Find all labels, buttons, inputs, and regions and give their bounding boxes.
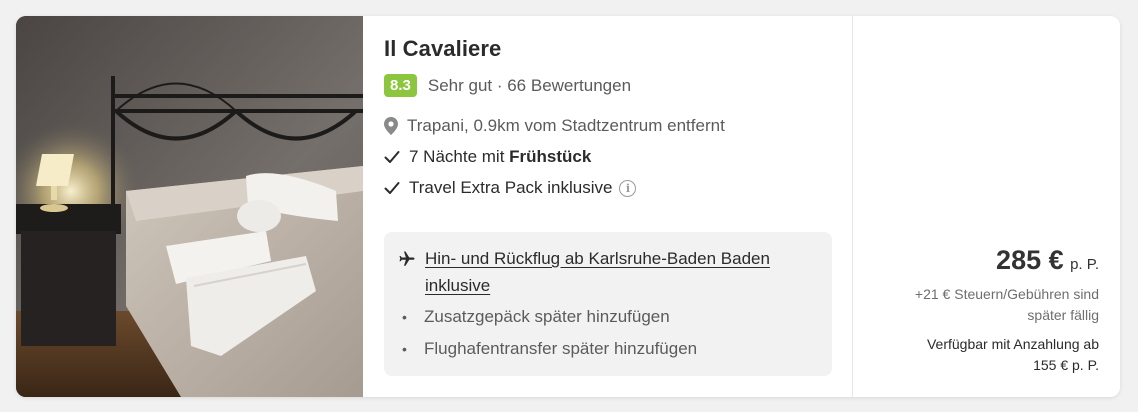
plane-icon — [399, 251, 415, 266]
price-line: 285 € p. P. — [915, 245, 1099, 276]
check-icon — [384, 182, 400, 194]
location-text: Trapani, 0.9km vom Stadtzentrum entfernt — [407, 116, 725, 135]
pack-text: Travel Extra Pack inklusive — [409, 178, 613, 197]
list-item: • Zusatzgepäck später hinzufügen — [398, 303, 818, 331]
map-pin-icon — [384, 117, 398, 135]
price-block: 285 € p. P. +21 € Steuern/Gebühren sind s… — [915, 245, 1099, 376]
board-type: Frühstück — [509, 147, 592, 166]
price-panel[interactable]: 285 € p. P. +21 € Steuern/Gebühren sind s… — [852, 16, 1120, 397]
price-amount: 285 € — [996, 245, 1064, 275]
flight-row: Hin- und Rückflug ab Karlsruhe-Baden Bad… — [398, 245, 818, 299]
nights-text: 7 Nächte mit Frühstück — [409, 147, 592, 166]
extra-baggage-text: Zusatzgepäck später hinzufügen — [424, 307, 670, 326]
feature-nights: 7 Nächte mit Frühstück — [384, 147, 834, 167]
deposit-note: Verfügbar mit Anzahlung ab 155 € p. P. — [926, 336, 1099, 373]
score-badge: 8.3 — [384, 74, 417, 97]
info-icon[interactable]: i — [619, 179, 637, 197]
hotel-room-image — [16, 16, 363, 397]
price-per-person: p. P. — [1070, 256, 1099, 273]
hotel-name[interactable]: Il Cavaliere — [384, 36, 834, 62]
tax-note: +21 € Steuern/Gebühren sind später fällig — [914, 286, 1099, 323]
check-icon — [384, 151, 400, 163]
airport-transfer-text: Flughafentransfer später hinzufügen — [424, 339, 698, 358]
feature-pack: Travel Extra Pack inklusive i — [384, 178, 834, 198]
rating-text[interactable]: Sehr gut · 66 Bewertungen — [428, 76, 631, 96]
rating-row: 8.3 Sehr gut · 66 Bewertungen — [384, 74, 834, 97]
flight-link[interactable]: Hin- und Rückflug ab Karlsruhe-Baden Bad… — [425, 245, 770, 299]
location-row: Trapani, 0.9km vom Stadtzentrum entfernt — [384, 116, 834, 136]
hotel-photo[interactable] — [16, 16, 363, 397]
list-item: • Flughafentransfer später hinzufügen — [398, 335, 818, 363]
hotel-offer-card[interactable]: Il Cavaliere 8.3 Sehr gut · 66 Bewertung… — [16, 16, 1120, 397]
hotel-info: Il Cavaliere 8.3 Sehr gut · 66 Bewertung… — [384, 36, 834, 198]
flight-box: Hin- und Rückflug ab Karlsruhe-Baden Bad… — [384, 232, 832, 376]
